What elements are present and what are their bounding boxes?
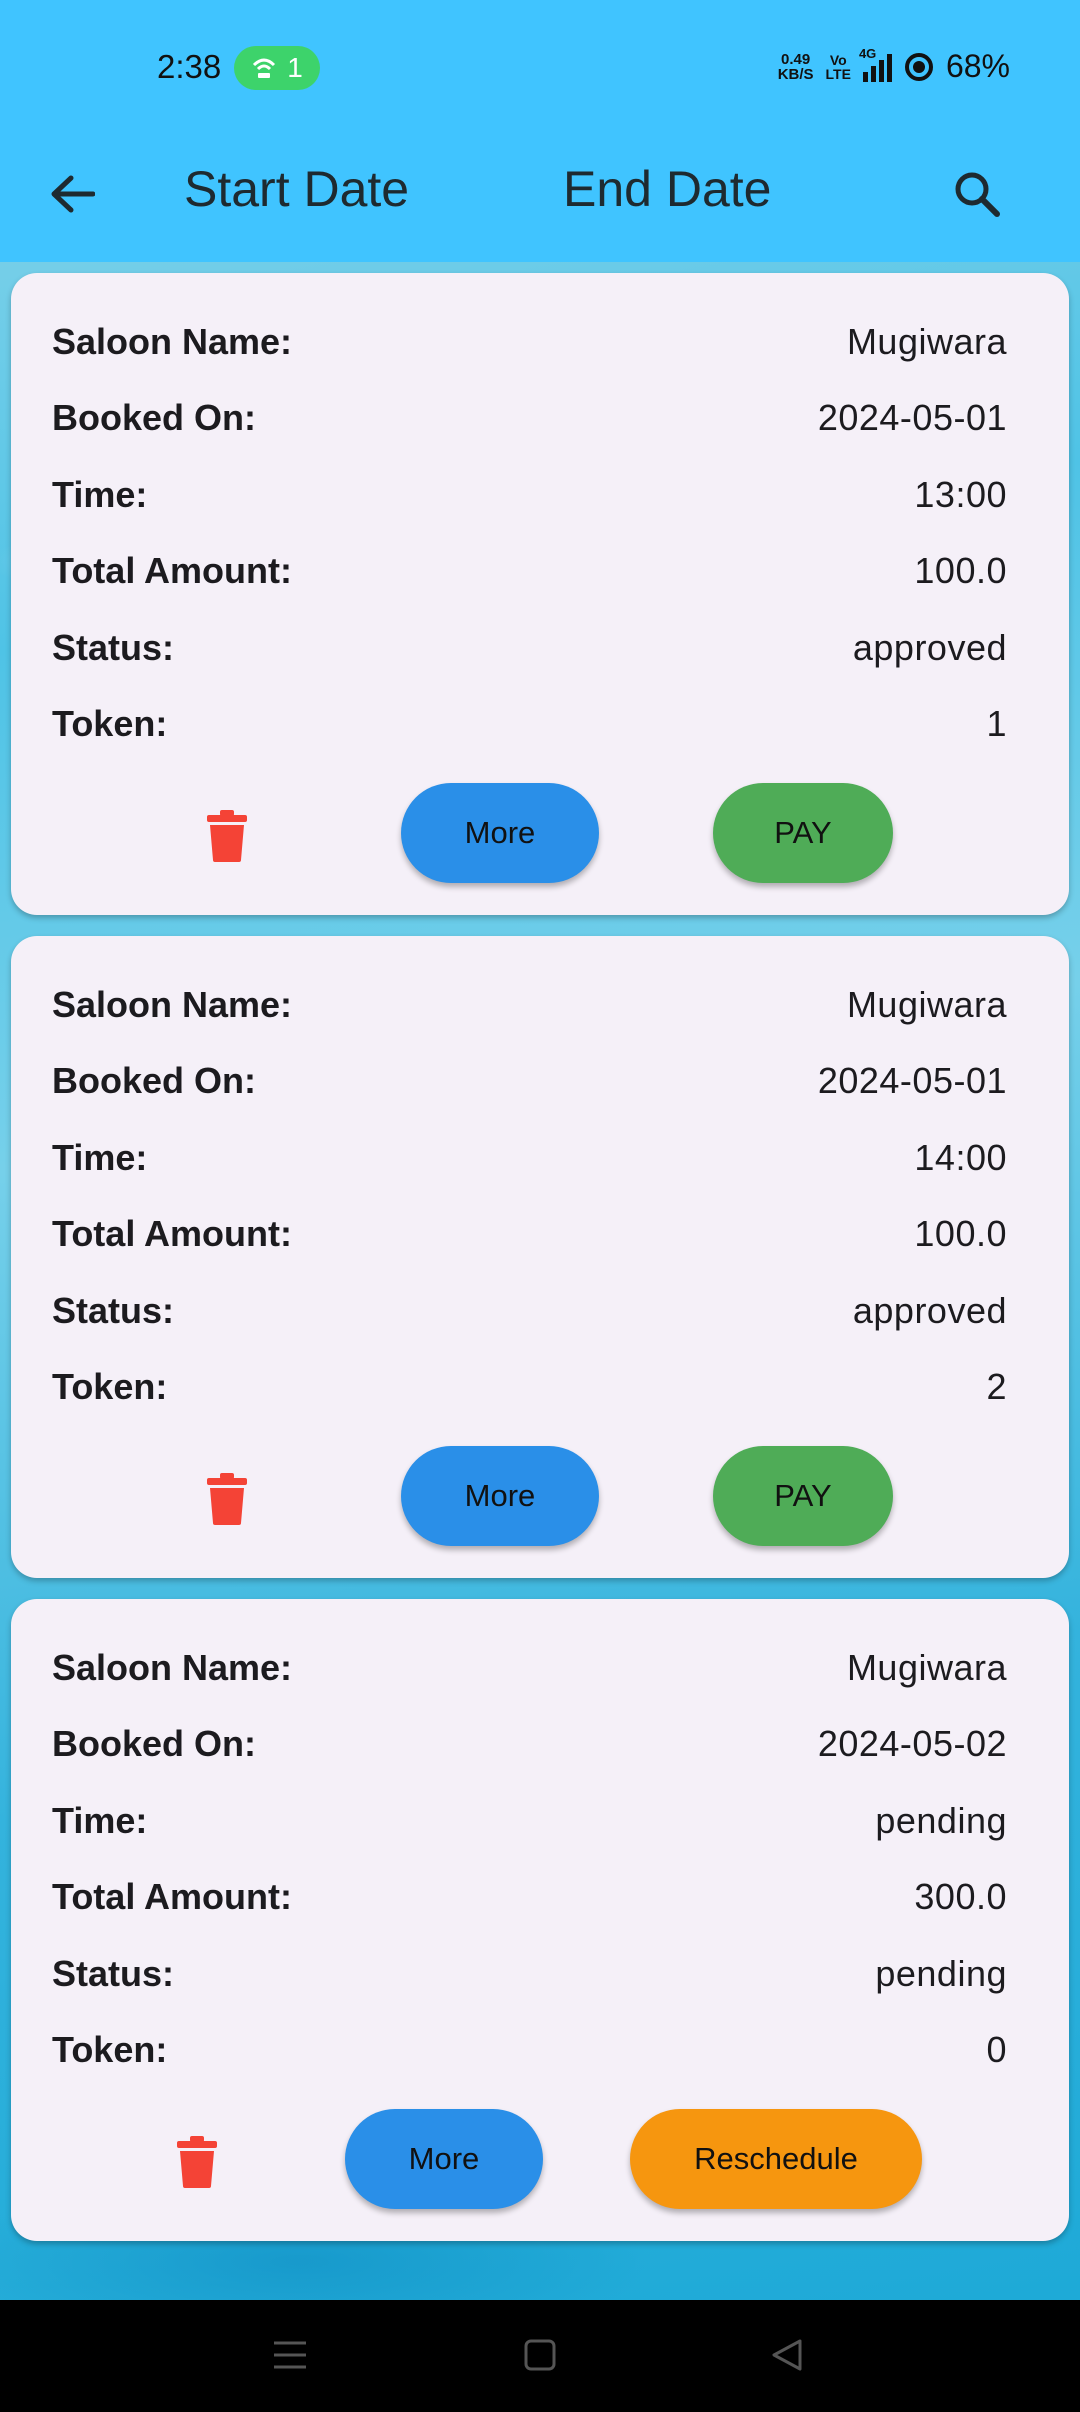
time-value: 14:00 xyxy=(914,1137,1007,1178)
time-row: Time: 13:00 xyxy=(52,470,1007,520)
system-nav-bar xyxy=(0,2300,1080,2412)
battery-ring-icon xyxy=(904,52,933,81)
token-row: Token: 1 xyxy=(52,699,1007,749)
saloon-name-row: Saloon Name: Mugiwara xyxy=(52,317,1007,367)
total-amount-label: Total Amount: xyxy=(52,1213,292,1254)
app-bar: Start Date End Date xyxy=(0,130,1080,262)
booked-on-label: Booked On: xyxy=(52,397,256,438)
booked-on-value: 2024-05-02 xyxy=(817,1723,1007,1764)
status-row: Status: pending xyxy=(52,1949,1007,1999)
saloon-name-value: Mugiwara xyxy=(846,1647,1007,1688)
search-button[interactable] xyxy=(945,162,1009,226)
pay-button[interactable]: PAY xyxy=(713,1446,893,1546)
booked-on-row: Booked On: 2024-05-02 xyxy=(52,1719,1007,1769)
back-button[interactable] xyxy=(40,162,104,226)
status-label: Status: xyxy=(52,1953,175,1994)
token-value: 2 xyxy=(986,1366,1007,1407)
total-amount-value: 100.0 xyxy=(914,1213,1007,1254)
saloon-name-value: Mugiwara xyxy=(846,321,1007,362)
more-button[interactable]: More xyxy=(401,783,599,883)
booked-on-label: Booked On: xyxy=(52,1723,256,1764)
saloon-name-label: Saloon Name: xyxy=(52,321,293,362)
time-row: Time: 14:00 xyxy=(52,1133,1007,1183)
token-row: Token: 0 xyxy=(52,2025,1007,2075)
token-label: Token: xyxy=(52,703,168,744)
back-triangle-icon[interactable] xyxy=(766,2330,806,2380)
status-icons: 0.49 KB/S Vo LTE 4G 68% xyxy=(777,46,1010,85)
saloon-name-value: Mugiwara xyxy=(846,984,1007,1025)
total-amount-label: Total Amount: xyxy=(52,550,292,591)
total-amount-row: Total Amount: 100.0 xyxy=(52,546,1007,596)
booked-on-value: 2024-05-01 xyxy=(817,1060,1007,1101)
total-amount-label: Total Amount: xyxy=(52,1876,292,1917)
booking-card: Saloon Name: Mugiwara Booked On: 2024-05… xyxy=(11,1599,1069,2241)
status-value: pending xyxy=(875,1953,1007,1994)
time-row: Time: pending xyxy=(52,1796,1007,1846)
saloon-name-row: Saloon Name: Mugiwara xyxy=(52,980,1007,1030)
status-value: approved xyxy=(852,627,1007,668)
time-label: Time: xyxy=(52,1137,148,1178)
token-value: 1 xyxy=(986,703,1007,744)
booked-on-row: Booked On: 2024-05-01 xyxy=(52,1056,1007,1106)
booking-card: Saloon Name: Mugiwara Booked On: 2024-05… xyxy=(11,273,1069,915)
home-icon[interactable] xyxy=(520,2330,560,2380)
status-row: Status: approved xyxy=(52,1286,1007,1336)
total-amount-row: Total Amount: 100.0 xyxy=(52,1209,1007,1259)
token-value: 0 xyxy=(986,2029,1007,2070)
booked-on-value: 2024-05-01 xyxy=(817,397,1007,438)
top-bar: 2:38 1 0.49 KB/S Vo LTE 4G 68% Start Dat… xyxy=(0,0,1080,262)
arrow-left-icon xyxy=(51,175,95,213)
net-speed: 0.49 KB/S xyxy=(777,50,814,83)
status-row: Status: approved xyxy=(52,623,1007,673)
status-label: Status: xyxy=(52,627,175,668)
status-bar: 2:38 1 0.49 KB/S Vo LTE 4G 68% xyxy=(0,0,1080,130)
saloon-name-label: Saloon Name: xyxy=(52,1647,293,1688)
status-time: 2:38 xyxy=(157,48,222,85)
more-button[interactable]: More xyxy=(401,1446,599,1546)
saloon-name-label: Saloon Name: xyxy=(52,984,293,1025)
status-label: Status: xyxy=(52,1290,175,1331)
pay-button[interactable]: PAY xyxy=(713,783,893,883)
total-amount-value: 300.0 xyxy=(914,1876,1007,1917)
time-label: Time: xyxy=(52,1800,148,1841)
booked-on-row: Booked On: 2024-05-01 xyxy=(52,393,1007,443)
total-amount-value: 100.0 xyxy=(914,550,1007,591)
time-value: pending xyxy=(875,1800,1007,1841)
search-icon xyxy=(955,172,1000,217)
total-amount-row: Total Amount: 300.0 xyxy=(52,1872,1007,1922)
more-button[interactable]: More xyxy=(345,2109,543,2209)
volte-indicator: Vo LTE xyxy=(825,51,851,82)
trash-icon[interactable] xyxy=(207,810,247,862)
token-label: Token: xyxy=(52,1366,168,1407)
signal-icon: 4G xyxy=(859,46,892,82)
saloon-name-row: Saloon Name: Mugiwara xyxy=(52,1643,1007,1693)
token-label: Token: xyxy=(52,2029,168,2070)
booked-on-label: Booked On: xyxy=(52,1060,256,1101)
hotspot-pill: 1 xyxy=(234,46,320,90)
reschedule-button[interactable]: Reschedule xyxy=(630,2109,922,2209)
end-date-button[interactable]: End Date xyxy=(563,160,771,218)
menu-icon[interactable] xyxy=(270,2330,310,2380)
start-date-button[interactable]: Start Date xyxy=(184,160,409,218)
status-value: approved xyxy=(852,1290,1007,1331)
hotspot-icon xyxy=(253,58,276,78)
battery-percent: 68% xyxy=(945,48,1010,84)
booking-card: Saloon Name: Mugiwara Booked On: 2024-05… xyxy=(11,936,1069,1578)
trash-icon[interactable] xyxy=(207,1473,247,1525)
token-row: Token: 2 xyxy=(52,1362,1007,1412)
time-value: 13:00 xyxy=(914,474,1007,515)
time-label: Time: xyxy=(52,474,148,515)
hotspot-count: 1 xyxy=(287,52,303,83)
trash-icon[interactable] xyxy=(177,2136,217,2188)
